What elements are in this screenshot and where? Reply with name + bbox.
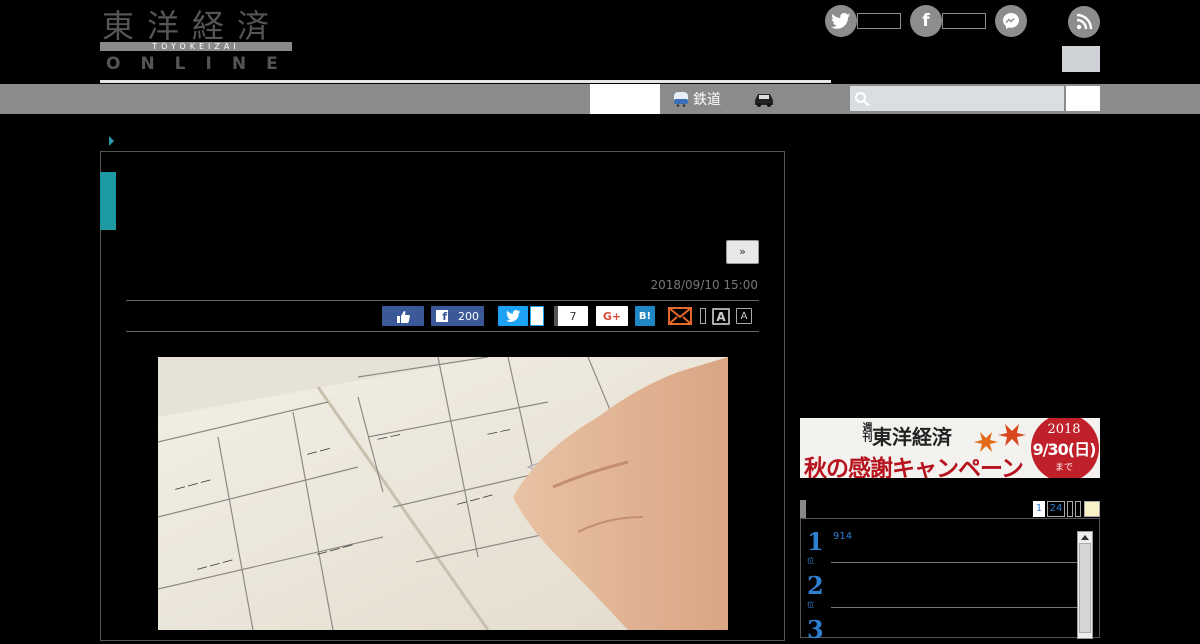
breadcrumb-arrow-icon[interactable] [109,136,114,146]
ranking-tab-3[interactable] [1067,501,1073,517]
ranking-item-2[interactable]: 2 位 [807,571,827,610]
logo-kanji: 東洋経済 [102,7,283,45]
banner-campaign: 秋の感謝キャンペーン [804,455,1024,478]
messenger-icon[interactable] [995,5,1027,37]
banner-magazine: 週刊 [860,422,871,442]
banner-until: まで [1054,463,1073,473]
rank-suffix: 位 [807,557,814,565]
publish-date: 2018/09/10 15:00 [650,278,758,292]
facebook-icon: f [436,310,448,323]
facebook-share-button[interactable]: f 200 [431,306,484,326]
logo-online: ONLINE [106,54,298,74]
campaign-banner[interactable]: 週刊 東洋経済 秋の感謝キャンペーン 2018 9/30(日) まで [800,418,1100,478]
ranking-divider [831,562,1077,563]
divider [126,300,759,301]
train-icon [674,92,688,107]
search-icon [854,91,870,107]
rss-icon[interactable] [1068,6,1100,38]
nav-top-line [100,80,831,83]
facebook-count-box [942,13,986,29]
twitter-icon[interactable] [825,5,857,37]
rank-number: 2 [807,571,824,600]
banner-deadline: 9/30(日) [1032,440,1097,459]
logo-romaji: TOYOKEIZAI [100,42,292,51]
rank-number: 1 [807,527,824,556]
ranking-tab-24[interactable]: 24 [1047,501,1065,517]
banner-brand: 東洋経済 [872,425,952,449]
site-logo[interactable]: 東洋経済 TOYOKEIZAI ONLINE [100,7,298,74]
thumbs-up-icon [397,310,410,323]
header-menu-button[interactable] [1062,46,1100,72]
twitter-bird-icon [505,310,520,322]
divider [126,331,759,332]
ranking-item-1-text[interactable]: 914 [833,531,852,542]
font-size-small-button[interactable]: A [736,308,752,324]
tweet-button[interactable] [498,306,528,326]
ranking-list: 1 位 914 2 位 3 [800,518,1100,644]
hatena-bookmark-button[interactable]: B! [635,306,655,326]
ranking-header: 1 24 [800,500,1100,518]
ranking-item-1[interactable]: 1 位 [807,527,827,566]
search-input[interactable] [850,86,1064,111]
car-icon[interactable] [752,90,776,108]
print-button[interactable] [700,308,706,324]
facebook-icon[interactable]: f [910,5,942,37]
ranking-tab-1[interactable]: 1 [1033,501,1045,517]
scroll-up-icon[interactable] [1081,535,1089,540]
tweet-count [530,306,544,326]
nav-railway-label: 鉄道 [693,92,721,108]
rank-suffix: 位 [807,601,814,609]
ranking-tab-4[interactable] [1075,501,1081,517]
nav-tab-active[interactable] [590,84,660,114]
more-button[interactable]: » [726,240,759,264]
mail-icon[interactable] [668,306,692,326]
ranking-divider [831,607,1077,608]
twitter-count-box [857,13,901,29]
like-button[interactable] [382,306,424,326]
nav-tab-railway[interactable]: 鉄道 [672,84,748,114]
search-button[interactable] [1066,86,1100,111]
title-accent-bar [100,172,116,230]
font-size-large-button[interactable]: A [712,308,730,325]
ranking-tab-5[interactable] [1084,501,1100,517]
article-photo-notebook: ― ― ― ― ― ― ― ― ― ― ― ― ― ― ― ― ― ― [158,357,728,630]
hatena-other-count: 7 [554,306,588,326]
ranking-scrollbar[interactable] [1077,531,1093,639]
gplus-button[interactable]: G+ [596,306,628,326]
ranking-header-accent [800,500,806,518]
scrollbar-thumb[interactable] [1079,543,1091,633]
facebook-share-count: 200 [458,309,479,323]
banner-year: 2018 [1047,422,1081,437]
